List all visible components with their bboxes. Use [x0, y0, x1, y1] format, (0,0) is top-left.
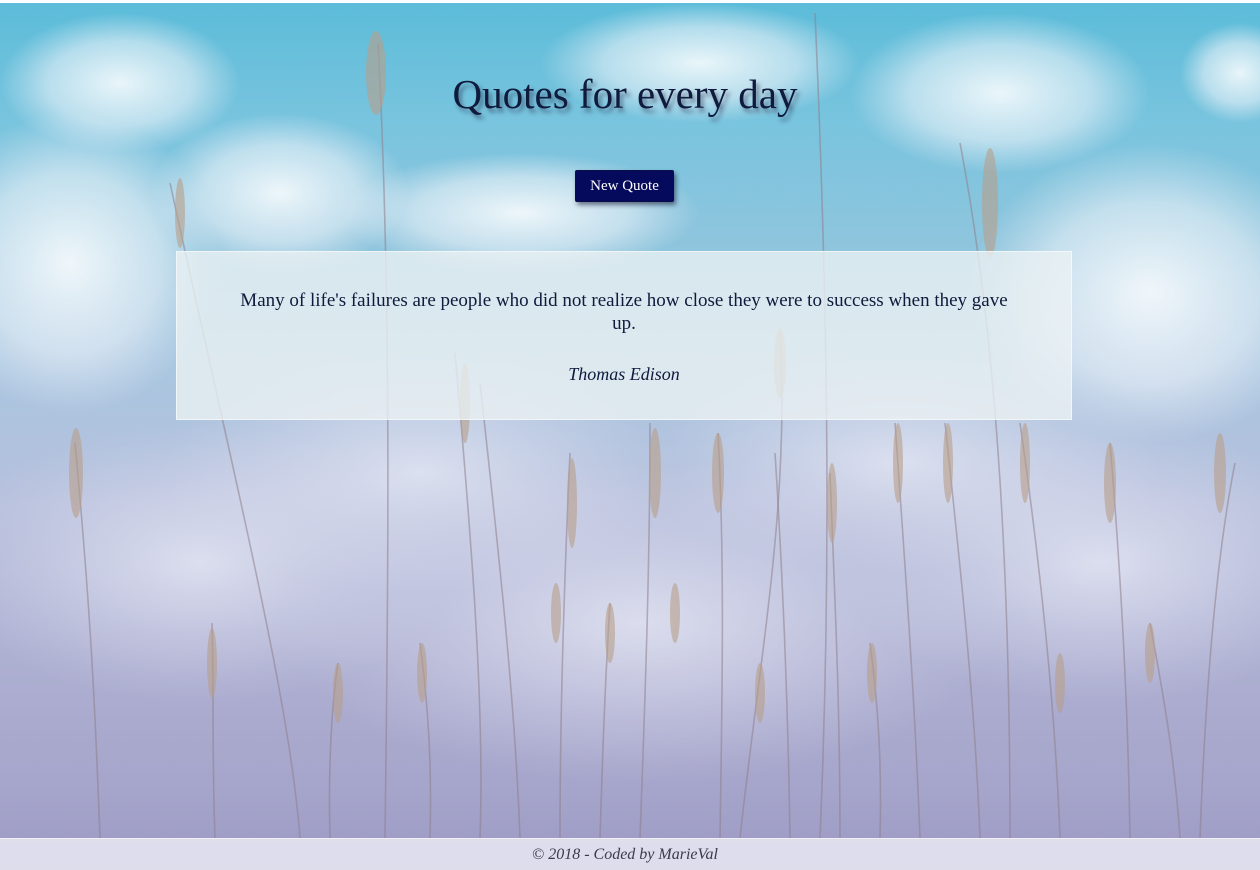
- new-quote-button[interactable]: New Quote: [575, 170, 674, 202]
- quote-card: Many of life's failures are people who d…: [176, 251, 1072, 420]
- background-photo: [0, 3, 1260, 838]
- page-title: Quotes for every day: [452, 71, 798, 117]
- quote-author: Thomas Edison: [568, 364, 680, 384]
- footer: © 2018 - Coded by MarieVal: [0, 838, 1260, 870]
- quote-text: Many of life's failures are people who d…: [240, 290, 1008, 334]
- footer-credit: © 2018 - Coded by MarieVal: [532, 846, 718, 863]
